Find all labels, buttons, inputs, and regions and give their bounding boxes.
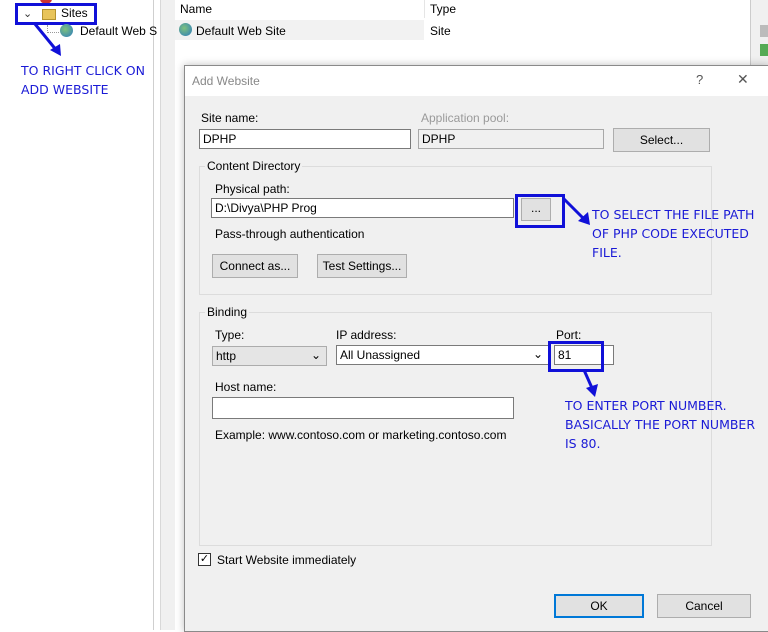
arrow-right-click — [33, 23, 61, 56]
annotation-right-click-line2: ADD WEBSITE — [21, 82, 109, 97]
annotation-file-path-line1: TO SELECT THE FILE PATH — [592, 207, 755, 222]
type-select[interactable]: http ⌄ — [212, 346, 327, 366]
binding-label: Binding — [205, 305, 250, 319]
type-label: Type: — [215, 328, 245, 342]
annotation-port-line1: TO ENTER PORT NUMBER. — [565, 398, 727, 413]
dialog-titlebar — [185, 66, 768, 96]
physical-path-label: Physical path: — [215, 182, 290, 196]
port-label: Port: — [556, 328, 582, 342]
tree-item-default-web-site[interactable]: Default Web S — [80, 24, 157, 38]
app-pool-field: DPHP — [418, 129, 604, 149]
annotation-port-line2: BASICALLY THE PORT NUMBER — [565, 417, 756, 432]
example-text: Example: www.contoso.com or marketing.co… — [215, 428, 507, 442]
physical-path-input[interactable]: D:\Divya\PHP Prog — [211, 198, 514, 218]
start-website-label: Start Website immediately — [217, 553, 357, 567]
annotation-port-line3: IS 80. — [565, 436, 601, 451]
app-pool-label: Application pool: — [421, 111, 510, 125]
annotation-file-path-line2: OF PHP CODE EXECUTED — [592, 226, 749, 241]
list-row-type: Site — [430, 24, 451, 38]
select-button[interactable]: Select... — [613, 128, 710, 152]
globe-icon — [179, 23, 192, 36]
chevron-down-icon: ⌄ — [532, 347, 543, 361]
chevron-down-icon: ⌄ — [310, 348, 321, 362]
test-settings-button[interactable]: Test Settings... — [317, 254, 407, 278]
site-name-input[interactable]: DPHP — [199, 129, 411, 149]
column-header-type[interactable]: Type — [430, 2, 456, 16]
browse-annotation-box — [515, 194, 565, 228]
close-icon[interactable]: ✕ — [737, 71, 749, 88]
ip-address-label: IP address: — [336, 328, 397, 342]
passthrough-label: Pass-through authentication — [215, 227, 365, 241]
column-divider — [424, 0, 425, 18]
help-icon[interactable]: ? — [696, 72, 703, 87]
start-website-checkbox[interactable]: ✓ — [198, 553, 211, 566]
type-select-value: http — [216, 349, 237, 363]
list-row-name: Default Web Site — [196, 24, 286, 38]
action-icon[interactable] — [760, 44, 768, 56]
connect-as-button[interactable]: Connect as... — [212, 254, 298, 278]
ip-address-select[interactable]: All Unassigned ⌄ — [336, 345, 549, 365]
host-name-label: Host name: — [215, 380, 277, 394]
site-name-label: Site name: — [201, 111, 259, 125]
ok-button[interactable]: OK — [554, 594, 644, 618]
content-directory-label: Content Directory — [205, 159, 303, 173]
cancel-button[interactable]: Cancel — [657, 594, 751, 618]
action-icon[interactable] — [760, 25, 768, 37]
column-header-name[interactable]: Name — [180, 2, 212, 16]
tree-divider — [160, 0, 176, 630]
dialog-title: Add Website — [192, 74, 260, 88]
annotation-file-path-line3: FILE. — [592, 245, 622, 260]
host-name-input[interactable] — [212, 397, 514, 419]
ip-address-value: All Unassigned — [340, 348, 421, 362]
annotation-right-click-line1: TO RIGHT CLICK ON — [21, 63, 145, 78]
